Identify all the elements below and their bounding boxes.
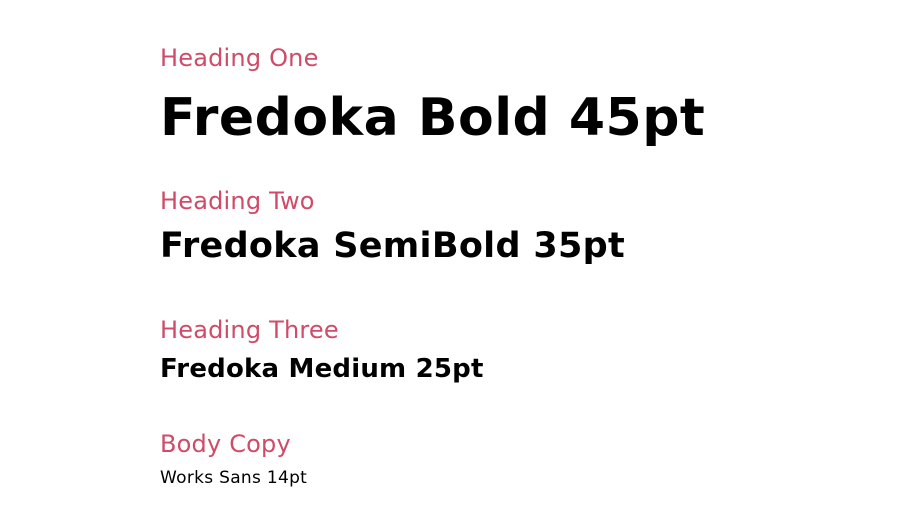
heading-one-sample: Fredoka Bold 45pt <box>160 88 706 148</box>
heading-two-sample: Fredoka SemiBold 35pt <box>160 226 626 266</box>
heading-three-sample: Fredoka Medium 25pt <box>160 354 484 384</box>
body-copy-sample: Works Sans 14pt <box>160 468 308 488</box>
heading-two-label: Heading Two <box>160 187 315 215</box>
body-copy-label: Body Copy <box>160 430 291 458</box>
heading-three-label: Heading Three <box>160 316 339 344</box>
heading-one-label: Heading One <box>160 44 319 72</box>
type-scale-spec: Heading One Fredoka Bold 45pt Heading Tw… <box>160 0 880 528</box>
